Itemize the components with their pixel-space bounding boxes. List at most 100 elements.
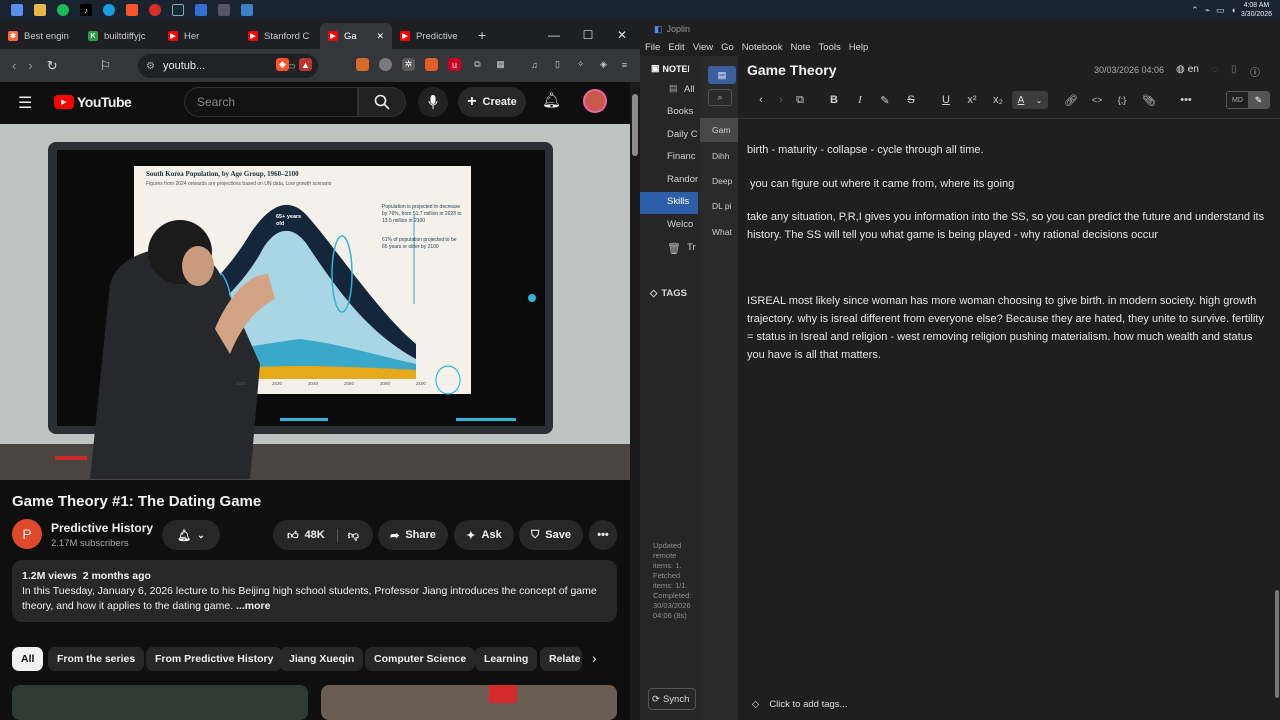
extension-orange-icon[interactable] [425, 58, 438, 71]
superscript-icon[interactable]: x² [963, 92, 981, 108]
sidebar-item[interactable]: Financ [667, 151, 698, 162]
external-edit-icon[interactable]: ⧉ [791, 92, 809, 108]
attach-file-icon[interactable]: 📎︎ [1140, 92, 1158, 108]
filter-chip[interactable]: From Predictive History [146, 647, 283, 671]
youtube-logo[interactable]: ▶ YouTube [54, 94, 132, 110]
recommended-video-thumbnail[interactable] [12, 685, 308, 720]
chevron-up-icon[interactable]: ⌃ [1191, 5, 1199, 16]
brave-rewards-icon[interactable]: ▲ [299, 58, 312, 71]
rich-text-mode-icon[interactable]: ✎ [1248, 92, 1269, 108]
filter-chip[interactable]: From the series [48, 647, 145, 671]
page-scrollbar-track[interactable] [630, 82, 640, 720]
network-icon[interactable]: ⌁ [1205, 5, 1210, 16]
video-description[interactable]: 1.2M views 2 months ago In this Tuesday,… [12, 560, 617, 622]
battery-icon[interactable]: ▭ [1216, 5, 1225, 16]
layout-icon[interactable]: ▯ [1231, 64, 1237, 75]
address-bar[interactable]: ⚙ youtub... ▭ ⇪ [138, 54, 318, 78]
extensions-menu-icon[interactable]: ▦ [494, 58, 507, 71]
volume-icon[interactable]: ◖ [1231, 5, 1236, 15]
ask-button[interactable]: ✦ Ask [454, 520, 514, 550]
bookmark-icon[interactable]: ⚐ [100, 58, 112, 74]
note-list-item[interactable]: DL pi [712, 201, 736, 211]
chrome-icon[interactable] [149, 4, 161, 16]
back-icon[interactable]: ‹ [12, 58, 16, 73]
note-paragraph[interactable]: ISREAL most likely since woman has more … [747, 292, 1272, 364]
note-info-icon[interactable]: ⓘ [1250, 64, 1260, 79]
vpn-icon[interactable]: ◈ [597, 58, 610, 71]
filter-chip[interactable]: Computer Science [365, 647, 476, 671]
notifications-bell-icon[interactable]: 🔔︎ [542, 91, 561, 109]
app2-icon[interactable] [218, 4, 230, 16]
menu-item[interactable]: Help [849, 42, 869, 53]
tiktok-icon[interactable]: ♪ [80, 4, 92, 16]
more-formatting-icon[interactable]: ••• [1177, 92, 1195, 108]
like-button[interactable]: 👍︎ 48K [287, 528, 338, 542]
browser-tab[interactable]: Kbuiltdiffyjc [80, 23, 160, 49]
filter-chip[interactable]: Relate [540, 647, 582, 671]
menu-item[interactable]: Tools [819, 42, 841, 53]
minimize-button[interactable]: — [537, 20, 571, 49]
note-paragraph[interactable]: birth - maturity - collapse - cycle thro… [747, 141, 1272, 159]
browser-tab[interactable]: ▶ Stanford C [240, 23, 320, 49]
edge-icon[interactable] [103, 4, 115, 16]
language-selector[interactable]: ◍ en [1176, 64, 1199, 75]
italic-icon[interactable]: I [851, 92, 869, 108]
add-tags-button[interactable]: ◇ Click to add tags... [752, 699, 847, 710]
browser-tab[interactable]: ▶ Her [160, 23, 240, 49]
underline-icon[interactable]: U [937, 92, 955, 108]
extension-face-icon[interactable] [379, 58, 392, 71]
new-tab-button[interactable]: + [478, 27, 486, 43]
menu-item[interactable]: Notebook [742, 42, 783, 53]
media-icon[interactable]: ♫ [528, 58, 541, 71]
sidebar-item[interactable]: Books [667, 106, 698, 117]
voice-search-button[interactable] [418, 87, 448, 117]
video-player[interactable]: South Korea Population, by Age Group, 19… [0, 124, 630, 480]
strikethrough-icon[interactable]: S [902, 92, 920, 108]
link-icon[interactable]: 🔗︎ [1062, 92, 1080, 108]
channel-name[interactable]: Predictive History [51, 521, 153, 535]
recommended-video-thumbnail-2[interactable] [321, 685, 617, 720]
notifications-subscribe-button[interactable]: 🔔︎ ⌄ [162, 520, 220, 550]
note-list-item[interactable]: What [712, 227, 736, 237]
extension-gear-icon[interactable]: ✲ [402, 58, 415, 71]
synchronise-button[interactable]: ⟳ Synch [648, 688, 696, 710]
back-note-icon[interactable]: ‹ [752, 92, 770, 108]
menu-item[interactable]: File [645, 42, 660, 53]
sidebar-item[interactable]: Randor [667, 174, 698, 185]
note-list-item[interactable]: Gam [712, 125, 736, 135]
close-window-button[interactable]: ✕ [605, 20, 639, 49]
steam-icon[interactable] [172, 4, 184, 16]
menu-item[interactable]: Note [790, 42, 810, 53]
sidebar-item[interactable]: Welco [667, 219, 698, 230]
chips-next-icon[interactable]: › [592, 650, 597, 666]
browser-menu-icon[interactable]: ≡ [618, 58, 631, 71]
text-color-dropdown[interactable]: A ⌄ [1012, 91, 1048, 109]
bold-icon[interactable]: B [825, 92, 843, 108]
hamburger-menu-icon[interactable]: ☰ [18, 93, 32, 113]
page-scrollbar-handle[interactable] [632, 94, 638, 156]
menu-item[interactable]: View [693, 42, 713, 53]
note-paragraph[interactable]: you can figure out where it came from, w… [747, 175, 1272, 193]
spotify-icon[interactable] [57, 4, 69, 16]
sidebar-toggle-icon[interactable]: ▯ [551, 58, 564, 71]
menu-item[interactable]: Go [721, 42, 734, 53]
editor-mode-toggle[interactable]: MD ✎ [1226, 91, 1270, 109]
share-button[interactable]: ➦ Share [378, 520, 448, 550]
shield-icon[interactable] [241, 4, 253, 16]
subscript-icon[interactable]: x₂ [989, 92, 1007, 108]
filter-chip[interactable]: All [12, 647, 44, 671]
site-info-icon[interactable]: ⚙ [146, 61, 155, 72]
note-list-item[interactable]: Deep [712, 176, 736, 186]
save-button[interactable]: ⛉ Save [519, 520, 583, 550]
code-block-icon[interactable]: {;} [1113, 92, 1131, 108]
create-button[interactable]: + Create [458, 87, 526, 117]
menu-item[interactable]: Edit [668, 42, 684, 53]
clock[interactable]: 4:08 AM 3/30/2026 [1241, 1, 1272, 19]
alarm-icon[interactable]: ◌ [1212, 64, 1218, 75]
note-list-item[interactable]: Dihh [712, 151, 736, 161]
channel-avatar[interactable]: P [12, 519, 42, 549]
tags-header[interactable]: ◇ TAGS [650, 288, 687, 299]
extensions-puzzle-icon[interactable]: ⧉ [471, 58, 484, 71]
dislike-button[interactable]: 👎︎ [344, 529, 359, 542]
search-input[interactable]: Search [184, 87, 358, 117]
